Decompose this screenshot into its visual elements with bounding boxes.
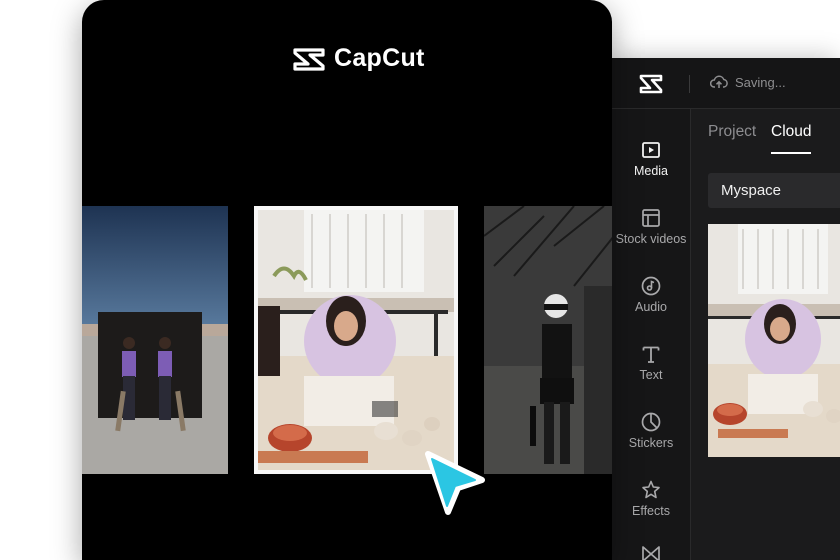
editor-topbar: Saving...	[612, 58, 840, 109]
pottery-thumbnail-image	[708, 224, 840, 457]
pointer-cursor-icon	[425, 451, 485, 515]
tab-cloud[interactable]: Cloud	[771, 123, 812, 141]
tab-active-underline	[771, 152, 811, 154]
audio-note-icon	[641, 276, 661, 296]
nav-item-effects[interactable]: Effects	[612, 479, 690, 518]
nav-label-audio: Audio	[635, 300, 667, 314]
media-play-icon	[642, 142, 660, 158]
phone-preview-card: CapCut	[82, 0, 612, 560]
text-t-icon	[642, 346, 660, 363]
stickers-icon	[641, 412, 661, 432]
cloud-upload-icon	[710, 75, 728, 88]
nav-label-stickers: Stickers	[628, 436, 674, 450]
capcut-logo-icon	[293, 47, 325, 71]
nav-label-stock-videos: Stock videos	[615, 232, 687, 246]
tab-project[interactable]: Project	[708, 123, 756, 141]
nav-item-transitions[interactable]	[612, 543, 690, 560]
nav-item-audio[interactable]: Audio	[612, 275, 690, 314]
transitions-bowtie-icon	[642, 546, 660, 560]
photo-pottery-selected[interactable]	[254, 206, 458, 474]
nav-item-media[interactable]: Media	[612, 139, 690, 178]
pottery-image	[254, 206, 458, 474]
nav-label-text: Text	[639, 368, 663, 382]
capcut-logo-icon[interactable]	[638, 70, 664, 96]
fashion-image	[484, 206, 612, 474]
saving-text: Saving...	[735, 74, 786, 90]
media-thumbnail-pottery[interactable]	[708, 224, 840, 457]
topbar-divider	[689, 75, 690, 93]
media-panel: Project Cloud Myspace	[691, 109, 840, 560]
photo-fashion-model[interactable]	[484, 206, 612, 474]
capcut-brand: CapCut	[292, 44, 425, 73]
side-nav: Media Stock videos Audio Text Stickers E…	[612, 109, 691, 560]
myspace-folder-selector[interactable]: Myspace	[708, 173, 840, 208]
saving-status: Saving...	[710, 74, 786, 90]
nav-label-media: Media	[633, 164, 669, 178]
media-tabs: Project Cloud	[691, 109, 840, 155]
effects-star-icon	[642, 480, 660, 499]
nav-item-stickers[interactable]: Stickers	[612, 411, 690, 450]
nav-item-text[interactable]: Text	[612, 343, 690, 382]
photo-skateboarders[interactable]	[82, 206, 228, 474]
stock-videos-icon	[642, 209, 660, 227]
skateboarders-image	[82, 206, 228, 474]
editor-window: Saving... Media Stock videos Audio Text …	[612, 58, 840, 560]
nav-label-effects: Effects	[632, 504, 670, 518]
nav-item-stock-videos[interactable]: Stock videos	[612, 207, 690, 246]
brand-name: CapCut	[334, 44, 425, 72]
